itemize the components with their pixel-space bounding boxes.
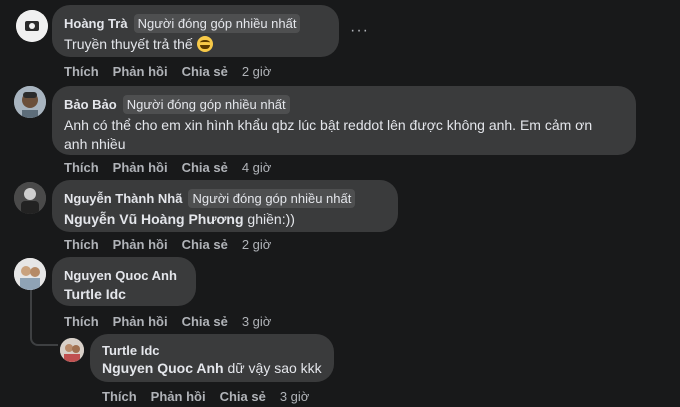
comment-author[interactable]: Turtle Idc (102, 343, 160, 358)
more-options-button[interactable]: ··· (350, 22, 369, 40)
mention-link[interactable]: Nguyễn Vũ Hoàng Phương (64, 211, 244, 227)
comment-time[interactable]: 2 giờ (242, 237, 272, 252)
like-button[interactable]: Thích (102, 389, 137, 404)
avatar[interactable] (14, 258, 46, 290)
comment-text: Anh có thể cho em xin hình khẩu qbz lúc … (64, 117, 593, 152)
like-button[interactable]: Thích (64, 64, 99, 79)
avatar-icon (14, 86, 46, 118)
comment-bubble: Nguyễn Thành Nhã Người đóng góp nhiều nh… (52, 180, 398, 232)
comment-author[interactable]: Bảo Bảo (64, 97, 117, 112)
comment-author[interactable]: Nguyen Quoc Anh (64, 268, 177, 283)
like-button[interactable]: Thích (64, 237, 99, 252)
avatar-icon (14, 258, 46, 290)
share-button[interactable]: Chia sẻ (220, 389, 266, 404)
mention-link[interactable]: Turtle Idc (64, 286, 126, 302)
avatar[interactable] (14, 182, 46, 214)
comment-time[interactable]: 2 giờ (242, 64, 272, 79)
reply-button[interactable]: Phản hồi (113, 160, 168, 175)
reply-button[interactable]: Phản hồi (151, 389, 206, 404)
comment-text: Truyền thuyết trả thế (64, 36, 193, 52)
comment-bubble: Bảo Bảo Người đóng góp nhiều nhất Anh có… (52, 86, 636, 155)
top-contributor-badge[interactable]: Người đóng góp nhiều nhất (188, 188, 356, 208)
reply-button[interactable]: Phản hồi (113, 314, 168, 329)
reply-bubble: Turtle Idc Nguyen Quoc Anh dữ vậy sao kk… (90, 334, 334, 382)
share-button[interactable]: Chia sẻ (182, 314, 228, 329)
like-button[interactable]: Thích (64, 160, 99, 175)
top-contributor-badge[interactable]: Người đóng góp nhiều nhất (133, 13, 301, 33)
avatar[interactable] (14, 86, 46, 118)
reply-thread-line (30, 290, 58, 346)
avatar-icon (60, 338, 84, 362)
share-button[interactable]: Chia sẻ (182, 160, 228, 175)
mention-link[interactable]: Nguyen Quoc Anh (102, 360, 224, 376)
share-button[interactable]: Chia sẻ (182, 237, 228, 252)
comment-text: Turtle Idc (64, 285, 184, 304)
comment-bubble: Hoàng Trà Người đóng góp nhiều nhất Truy… (52, 5, 339, 57)
avatar[interactable] (60, 338, 84, 362)
avatar-icon (16, 10, 48, 42)
avatar[interactable] (16, 10, 48, 42)
comment-time[interactable]: 4 giờ (242, 160, 272, 175)
comment-time[interactable]: 3 giờ (280, 389, 310, 404)
comment-time[interactable]: 3 giờ (242, 314, 272, 329)
share-button[interactable]: Chia sẻ (182, 64, 228, 79)
reply-button[interactable]: Phản hồi (113, 237, 168, 252)
comment-bubble: Nguyen Quoc Anh Turtle Idc (52, 257, 196, 306)
top-contributor-badge[interactable]: Người đóng góp nhiều nhất (122, 94, 290, 114)
comment-text: Nguyễn Vũ Hoàng Phương ghiền:)) (64, 211, 295, 227)
comment-text: Nguyen Quoc Anh dữ vậy sao kkk (102, 360, 322, 376)
comment-author[interactable]: Nguyễn Thành Nhã (64, 191, 182, 206)
grinning-sweat-emoji-icon (196, 36, 213, 52)
like-button[interactable]: Thích (64, 314, 99, 329)
avatar-icon (14, 182, 46, 214)
comment-author[interactable]: Hoàng Trà (64, 16, 128, 31)
reply-button[interactable]: Phản hồi (113, 64, 168, 79)
